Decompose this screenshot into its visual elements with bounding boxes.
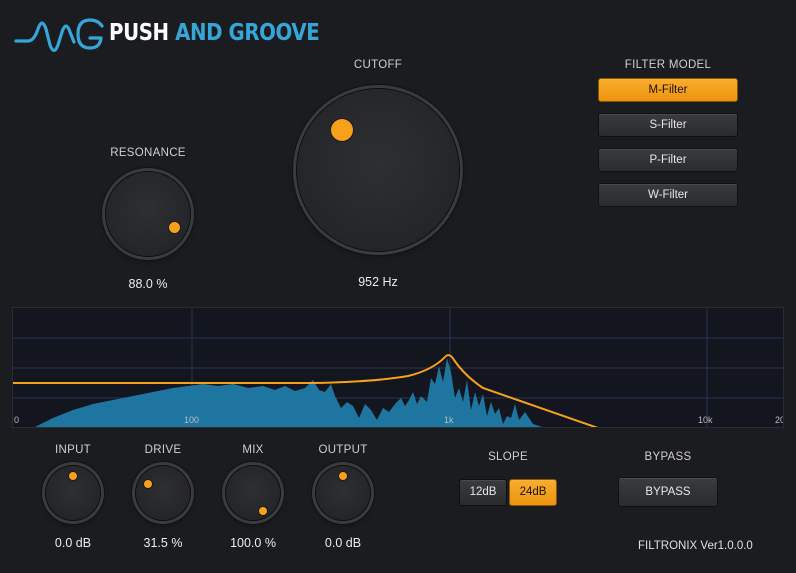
drive-knob[interactable] <box>136 466 190 520</box>
slope-label: SLOPE <box>488 451 528 463</box>
bypass-button[interactable]: BYPASS <box>618 477 718 507</box>
output-value: 0.0 dB <box>324 536 362 550</box>
filter-model-label: FILTER MODEL <box>624 59 712 71</box>
output-label: OUTPUT <box>318 444 368 456</box>
filter-model-w-filter-button[interactable]: W-Filter <box>598 183 738 207</box>
x-tick-10k: 10k <box>698 415 713 425</box>
cutoff-value: 952 Hz <box>358 275 398 289</box>
drive-value: 31.5 % <box>143 536 183 550</box>
resonance-label: RESONANCE <box>110 147 186 159</box>
output-knob[interactable] <box>316 466 370 520</box>
brand-name-push: PUSH <box>109 20 169 46</box>
mix-value: 100.0 % <box>230 536 276 550</box>
resonance-knob[interactable] <box>106 172 190 256</box>
slope-24db-button[interactable]: 24dB <box>509 479 557 506</box>
x-tick-0: 0 <box>14 415 20 425</box>
resonance-knob-indicator <box>169 222 180 233</box>
input-knob-indicator <box>69 472 77 480</box>
filter-model-p-filter-button[interactable]: P-Filter <box>598 148 738 172</box>
frequency-response-display[interactable]: 0 100 1k 10k 20 <box>12 307 784 428</box>
cutoff-label: CUTOFF <box>353 59 403 71</box>
x-tick-100: 100 <box>184 415 200 425</box>
version-text: FILTRONIX Ver1.0.0.0 <box>638 540 753 552</box>
filter-model-m-filter-button[interactable]: M-Filter <box>598 78 738 102</box>
input-value: 0.0 dB <box>54 536 92 550</box>
brand-logo: PUSH AND GROOVE <box>14 12 320 58</box>
resonance-value: 88.0 % <box>128 277 168 291</box>
mix-label: MIX <box>242 444 264 456</box>
input-label: INPUT <box>55 444 91 456</box>
drive-knob-indicator <box>144 480 152 488</box>
mix-knob-indicator <box>259 507 267 515</box>
drive-label: DRIVE <box>144 444 182 456</box>
x-tick-1k: 1k <box>444 415 454 425</box>
filter-model-s-filter-button[interactable]: S-Filter <box>598 113 738 137</box>
input-knob[interactable] <box>46 466 100 520</box>
frequency-response-graph <box>13 308 783 427</box>
bypass-label: BYPASS <box>644 451 692 463</box>
slope-12db-button[interactable]: 12dB <box>459 479 507 506</box>
cutoff-knob[interactable] <box>297 89 459 251</box>
mix-knob[interactable] <box>226 466 280 520</box>
output-knob-indicator <box>339 472 347 480</box>
cutoff-knob-indicator <box>331 119 353 141</box>
brand-name-and-groove: AND GROOVE <box>175 20 320 46</box>
x-tick-20k: 20 <box>775 415 783 425</box>
waveform-logo-icon <box>14 18 104 53</box>
